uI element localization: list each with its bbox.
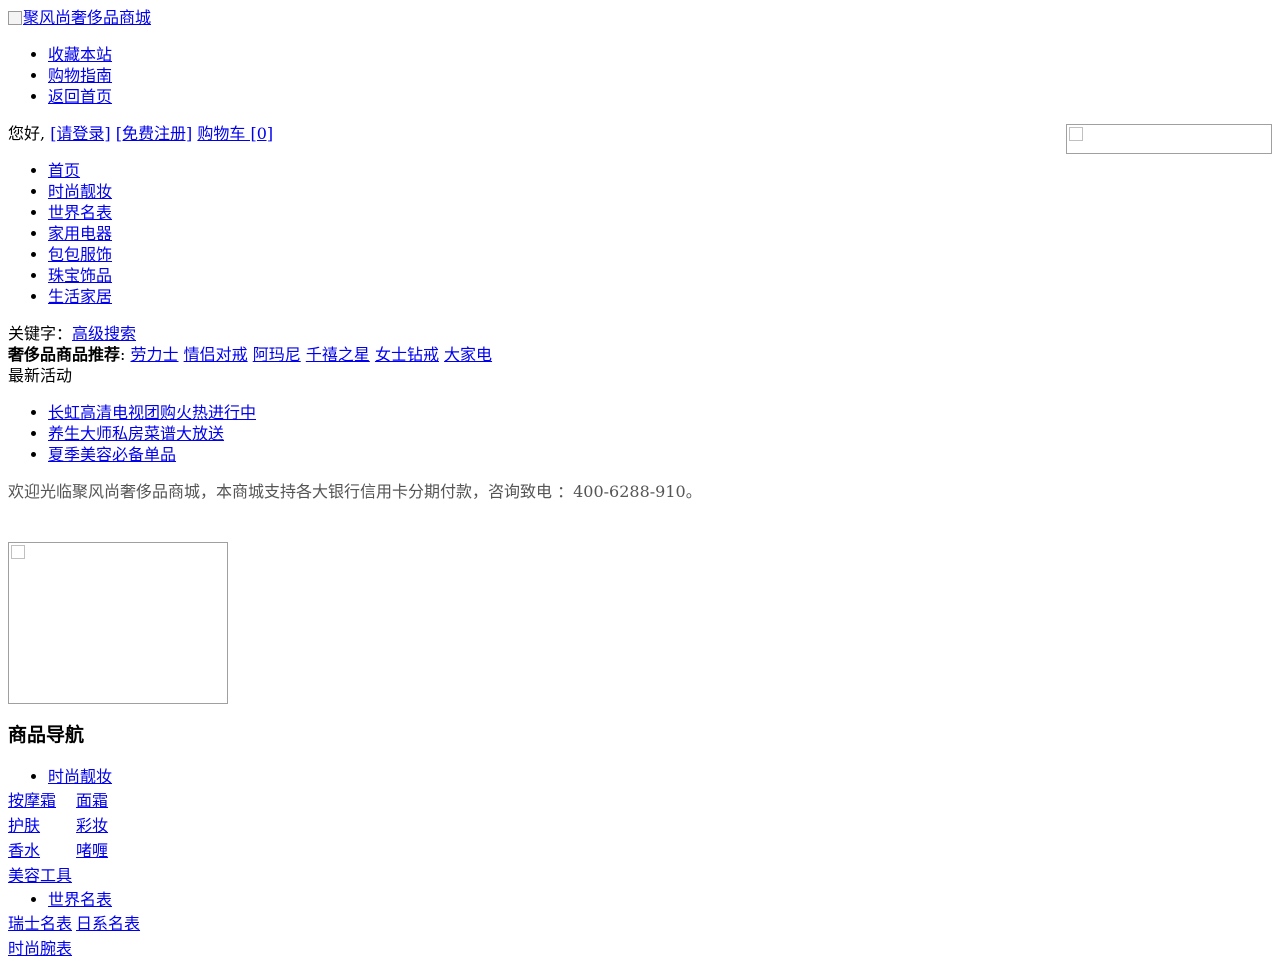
hot-keywords-label: 奢侈品商品推荐 (8, 345, 121, 364)
nav-item: 世界名表 (48, 202, 648, 223)
news-link[interactable]: 长虹高清电视团购火热进行中 (48, 403, 256, 422)
nav-home-living[interactable]: 生活家居 (48, 287, 112, 306)
top-banner-image[interactable] (1066, 124, 1272, 154)
subcategory-link[interactable]: 啫喱 (76, 841, 108, 860)
nav-bags-apparel[interactable]: 包包服饰 (48, 245, 112, 264)
top-links: 收藏本站 购物指南 返回首页 (8, 44, 648, 107)
hot-keyword-link[interactable]: 劳力士 (131, 345, 179, 364)
register-link[interactable]: [免费注册] (116, 124, 193, 143)
nav-home[interactable]: 首页 (48, 161, 80, 180)
nav-jewelry[interactable]: 珠宝饰品 (48, 266, 112, 285)
welcome-message: 欢迎光临聚风尚奢侈品商城，本商城支持各大银行信用卡分期付款，咨询致电 ：400-… (8, 482, 702, 501)
nav-item: 包包服饰 (48, 244, 648, 265)
main-nav: 首页 时尚靓妆 世界名表 家用电器 包包服饰 珠宝饰品 生活家居 (8, 160, 648, 307)
nav-cosmetics[interactable]: 时尚靓妆 (48, 182, 112, 201)
hot-keywords: 奢侈品商品推荐: 劳力士 情侣对戒 阿玛尼 千禧之星 女士钻戒 大家电 (8, 344, 492, 365)
subcategory-link[interactable]: 按摩霜 (8, 791, 56, 810)
back-home-link[interactable]: 返回首页 (48, 87, 112, 106)
user-bar: 您好, [请登录] [免费注册] 购物车 [0] (8, 123, 273, 144)
top-link-item: 收藏本站 (48, 44, 648, 65)
nav-watches[interactable]: 世界名表 (48, 203, 112, 222)
news-link[interactable]: 夏季美容必备单品 (48, 445, 176, 464)
top-link-item: 购物指南 (48, 65, 648, 86)
category-link[interactable]: 时尚靓妆 (48, 767, 112, 786)
nav-item: 时尚靓妆 (48, 181, 648, 202)
ad-image[interactable] (8, 542, 228, 704)
subcategory-link[interactable]: 面霜 (76, 791, 108, 810)
category-item: 世界名表 瑞士名表 日系名表 时尚腕表 (8, 889, 648, 962)
subcategory-link[interactable]: 彩妆 (76, 816, 108, 835)
category-nav: 时尚靓妆 按摩霜 面霜 护肤 彩妆 香水 啫喱 美容工具 世界名表 瑞士名表 (8, 766, 648, 962)
category-nav-title: 商品导航 (8, 724, 85, 746)
hot-keyword-link[interactable]: 情侣对戒 (184, 345, 248, 364)
news-list: 长虹高清电视团购火热进行中 养生大师私房菜谱大放送 夏季美容必备单品 (8, 402, 648, 465)
nav-item: 首页 (48, 160, 648, 181)
site-logo[interactable]: 聚风尚奢侈品商城 (8, 7, 151, 28)
hot-keyword-link[interactable]: 千禧之星 (306, 345, 370, 364)
subcategory-link[interactable]: 日系名表 (76, 914, 140, 933)
category-link[interactable]: 世界名表 (48, 890, 112, 909)
cart-link[interactable]: 购物车 [0] (197, 124, 273, 143)
nav-item: 家用电器 (48, 223, 648, 244)
nav-item: 生活家居 (48, 286, 648, 307)
subcategory-link[interactable]: 时尚腕表 (8, 939, 72, 958)
news-title: 最新活动 (8, 366, 73, 385)
logo-link[interactable]: 聚风尚奢侈品商城 (8, 8, 151, 27)
hot-keyword-link[interactable]: 阿玛尼 (253, 345, 301, 364)
subcategory-link[interactable]: 美容工具 (8, 866, 72, 885)
greeting-text: 您好, (8, 124, 46, 143)
news-item: 夏季美容必备单品 (48, 444, 648, 465)
nav-appliances[interactable]: 家用电器 (48, 224, 112, 243)
search-bar: 关键字：高级搜索 (8, 323, 136, 344)
broken-image-icon (1069, 127, 1083, 141)
news-item: 长虹高清电视团购火热进行中 (48, 402, 648, 423)
broken-image-icon (8, 11, 22, 25)
hot-keyword-link[interactable]: 大家电 (444, 345, 492, 364)
logo-alt-text: 聚风尚奢侈品商城 (23, 8, 152, 27)
subcategory-table: 瑞士名表 日系名表 时尚腕表 (5, 910, 143, 962)
broken-image-icon (11, 545, 25, 559)
hot-keywords-sep: : (120, 345, 126, 364)
shopping-guide-link[interactable]: 购物指南 (48, 66, 112, 85)
category-item: 时尚靓妆 按摩霜 面霜 护肤 彩妆 香水 啫喱 美容工具 (8, 766, 648, 889)
subcategory-link[interactable]: 瑞士名表 (8, 914, 72, 933)
login-link[interactable]: [请登录] (50, 124, 111, 143)
advanced-search-link[interactable]: 高级搜索 (72, 324, 136, 343)
subcategory-link[interactable]: 护肤 (8, 816, 40, 835)
subcategory-table: 按摩霜 面霜 护肤 彩妆 香水 啫喱 美容工具 (5, 787, 111, 889)
top-link-item: 返回首页 (48, 86, 648, 107)
bookmark-site-link[interactable]: 收藏本站 (48, 45, 112, 64)
search-label: 关键字： (8, 324, 73, 343)
news-link[interactable]: 养生大师私房菜谱大放送 (48, 424, 224, 443)
news-item: 养生大师私房菜谱大放送 (48, 423, 648, 444)
hot-keyword-link[interactable]: 女士钻戒 (375, 345, 439, 364)
nav-item: 珠宝饰品 (48, 265, 648, 286)
subcategory-link[interactable]: 香水 (8, 841, 40, 860)
